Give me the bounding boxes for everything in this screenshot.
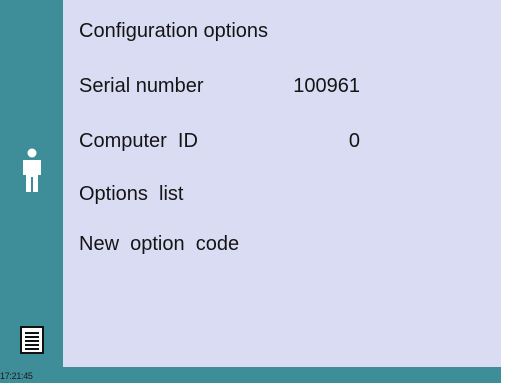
menu-item-options-list[interactable]: Options list bbox=[79, 182, 183, 206]
right-edge bbox=[501, 0, 505, 383]
menu-title: Configuration options bbox=[79, 20, 269, 42]
clock-time: 17:21:45 bbox=[0, 371, 33, 381]
options-panel: Configuration options Serial number 1009… bbox=[63, 0, 501, 367]
sidebar: 17:21:45 bbox=[0, 0, 63, 383]
screen: 17:21:45 Configuration options Serial nu… bbox=[0, 0, 505, 383]
bottom-bar bbox=[63, 367, 501, 383]
serial-number-value: 100961 bbox=[293, 75, 360, 97]
menu-item-new-option-code[interactable]: New option code bbox=[79, 232, 239, 256]
person-icon[interactable] bbox=[19, 148, 45, 192]
menu-item-computer-id[interactable]: Computer ID bbox=[79, 129, 198, 153]
notes-icon[interactable] bbox=[20, 326, 44, 354]
menu-item-serial-number[interactable]: Serial number bbox=[79, 74, 204, 98]
computer-id-value: 0 bbox=[348, 130, 360, 152]
